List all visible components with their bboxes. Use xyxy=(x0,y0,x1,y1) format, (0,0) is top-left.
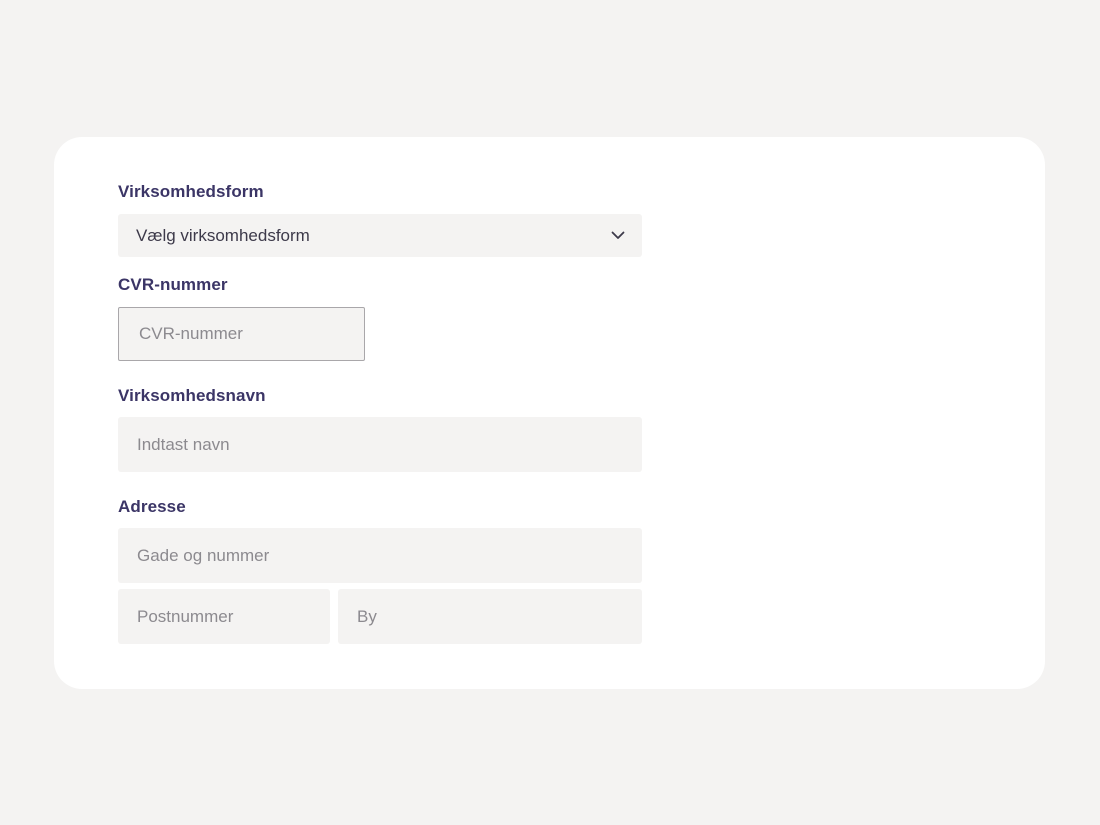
company-name-placeholder: Indtast navn xyxy=(137,434,230,454)
cvr-placeholder: CVR-nummer xyxy=(139,324,243,343)
address-label: Adresse xyxy=(118,497,186,516)
company-name-label: Virksomhedsnavn xyxy=(118,386,266,405)
company-type-selected-value: Vælg virksomhedsform xyxy=(136,225,310,245)
postal-code-input[interactable]: Postnummer xyxy=(118,589,330,644)
postal-code-placeholder: Postnummer xyxy=(137,606,234,626)
form-card: Virksomhedsform Vælg virksomhedsform CVR… xyxy=(54,137,1045,689)
company-type-select[interactable]: Vælg virksomhedsform xyxy=(118,214,642,257)
cvr-input[interactable]: CVR-nummer xyxy=(118,307,365,361)
company-type-label: Virksomhedsform xyxy=(118,182,264,201)
city-input[interactable]: By xyxy=(338,589,642,644)
city-placeholder: By xyxy=(357,606,377,626)
cvr-label: CVR-nummer xyxy=(118,275,228,294)
street-placeholder: Gade og nummer xyxy=(137,545,270,565)
company-name-input[interactable]: Indtast navn xyxy=(118,417,642,472)
chevron-down-icon xyxy=(610,228,626,244)
street-input[interactable]: Gade og nummer xyxy=(118,528,642,583)
